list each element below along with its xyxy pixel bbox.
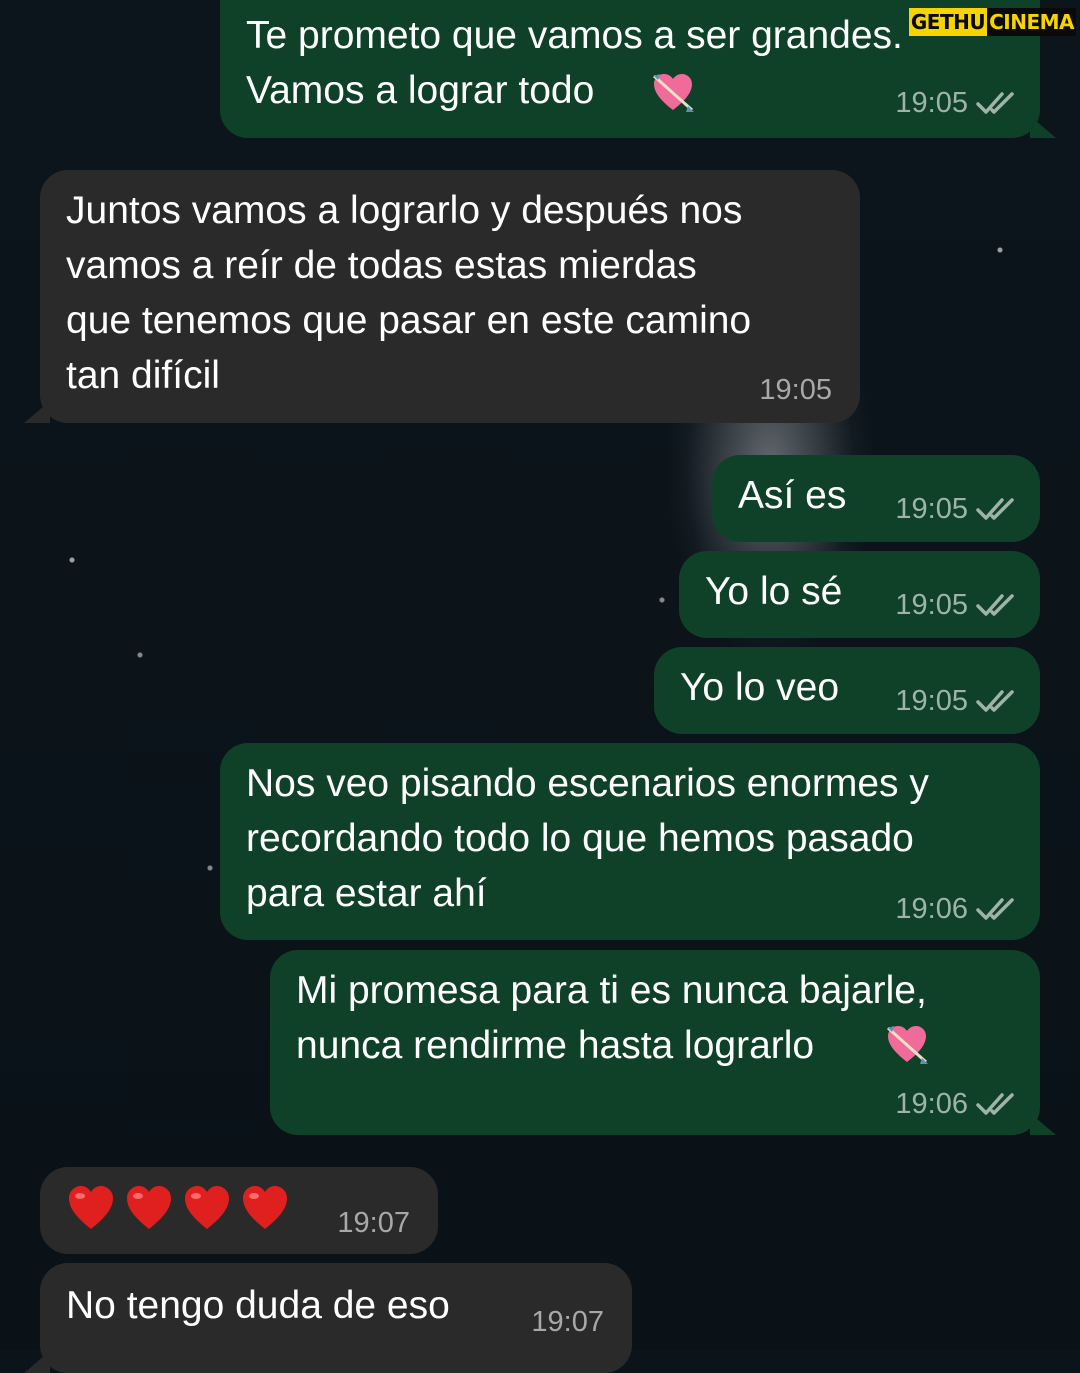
message-time: 19:07 [531,1306,604,1338]
message-time: 19:07 [337,1207,410,1239]
double-check-icon [976,690,1014,712]
message-time: 19:05 [895,685,968,717]
heart-with-arrow-icon [650,70,696,131]
message-bubble-outgoing[interactable]: Yo lo sé 19:05 [679,551,1040,638]
message-text: Nos veo pisando escenarios enormes y rec… [246,762,929,915]
message-bubble-incoming[interactable]: No tengo duda de eso 19:07 [24,1263,632,1373]
watermark-logo: GETHU CINEMA [908,8,1076,36]
message-meta: 19:06 [895,1087,1016,1121]
message-time: 19:05 [895,493,968,525]
red-heart-icon [127,1186,171,1229]
heart-with-arrow-icon [884,1022,930,1083]
red-heart-icon [243,1186,287,1229]
message-bubble-outgoing[interactable]: Mi promesa para ti es nunca bajarle, nun… [270,950,1056,1135]
message-time: 19:05 [759,374,832,406]
message-bubble-outgoing[interactable]: Nos veo pisando escenarios enormes y rec… [220,743,1040,940]
message-time: 19:05 [895,589,968,621]
message-text: Juntos vamos a lograrlo y después nos va… [66,189,752,397]
message-bubble-outgoing[interactable]: Yo lo veo 19:05 [654,647,1040,734]
message-time: 19:05 [895,87,968,119]
heart-emoji-row [66,1183,290,1233]
watermark-part1: GETHU [908,8,988,36]
message-meta: 19:06 [895,892,1016,926]
double-check-icon [976,1093,1014,1115]
message-bubble-incoming[interactable]: 19:07 [40,1167,438,1254]
message-text: Mi promesa para ti es nunca bajarle, nun… [296,969,927,1067]
double-check-icon [976,498,1014,520]
message-time: 19:06 [895,1088,968,1120]
double-check-icon [976,594,1014,616]
message-meta: 19:07 [531,1305,604,1339]
message-meta: 19:05 [895,492,1016,526]
double-check-icon [976,898,1014,920]
message-meta: 19:07 [337,1206,410,1240]
red-heart-icon [185,1186,229,1229]
message-text: Así es [738,474,847,517]
message-text: Te prometo que vamos a ser grandes. Vamo… [246,14,903,112]
watermark-part2: CINEMA [987,8,1076,36]
message-meta: 19:05 [895,86,1016,120]
message-text: Yo lo veo [680,666,840,709]
message-bubble-incoming[interactable]: Juntos vamos a lograrlo y después nos va… [24,170,860,423]
message-meta: 19:05 [759,373,832,407]
message-text: No tengo duda de eso [66,1284,450,1327]
red-heart-icon [69,1186,113,1229]
message-list[interactable]: Te prometo que vamos a ser grandes. Vamo… [0,0,1080,1373]
message-bubble-outgoing[interactable]: Así es 19:05 [712,455,1040,542]
message-text: Yo lo sé [705,570,843,613]
double-check-icon [976,92,1014,114]
message-meta: 19:05 [895,588,1016,622]
message-meta: 19:05 [895,684,1016,718]
message-time: 19:06 [895,893,968,925]
